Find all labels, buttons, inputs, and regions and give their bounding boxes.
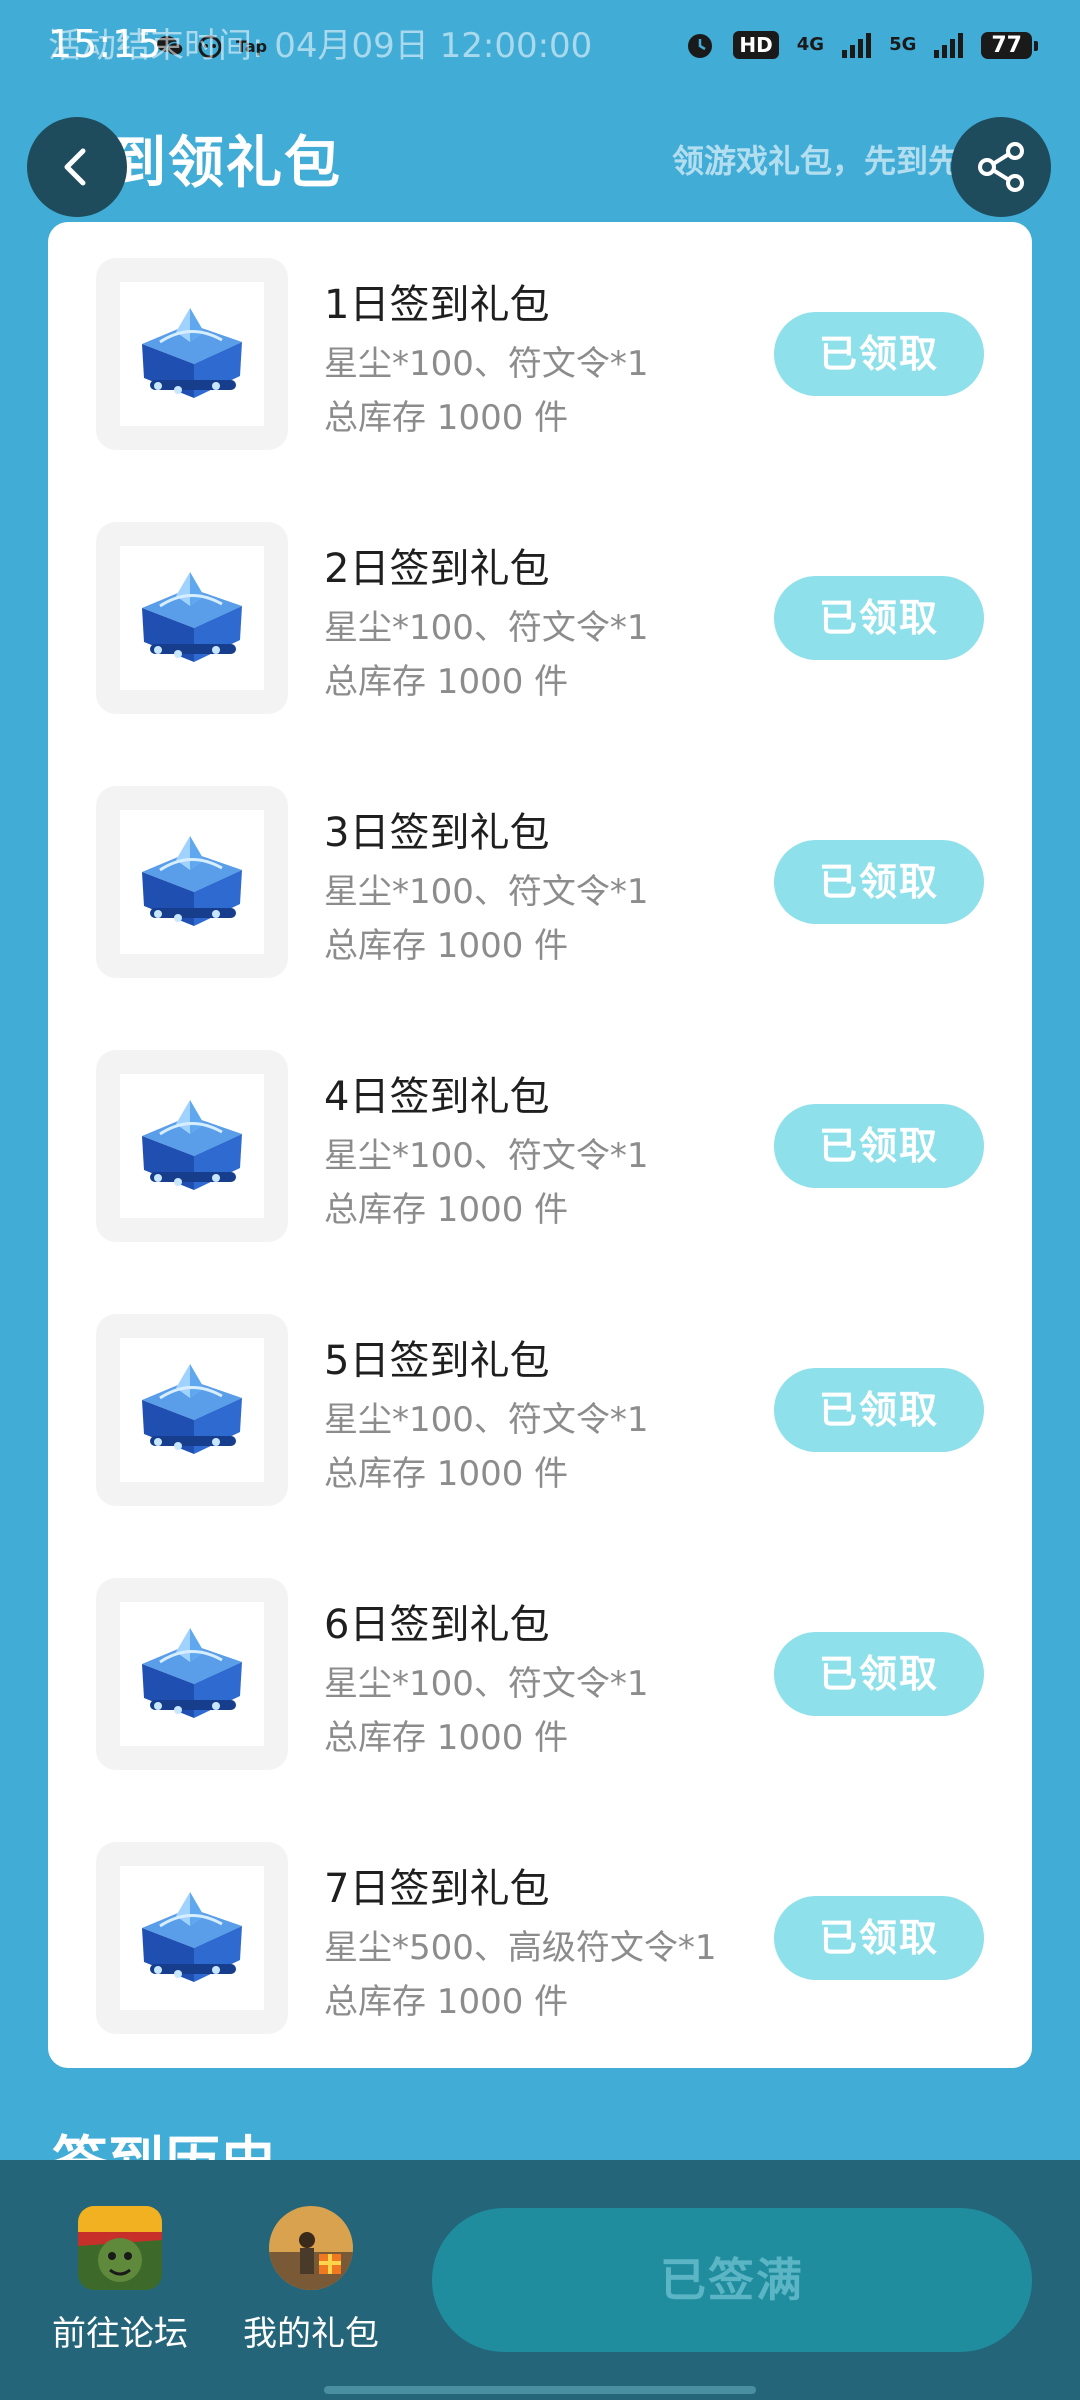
- my-gifts-link-label: 我的礼包: [243, 2314, 379, 2354]
- header: 签到领礼包 领游戏礼包，先到先得: [0, 100, 1080, 220]
- gift-name: 1日签到礼包: [324, 282, 550, 328]
- my-gifts-link[interactable]: 我的礼包: [226, 2206, 396, 2355]
- gift-stock: 总库存 1000 件: [324, 1982, 569, 2022]
- alarm-icon: [688, 34, 713, 58]
- network-5g-label: 5G: [889, 34, 917, 55]
- battery-icon: 77: [981, 31, 1038, 59]
- treasure-chest-icon: [142, 572, 242, 662]
- claimed-button[interactable]: 已领取: [774, 576, 984, 660]
- gift-item: 3日签到礼包 星尘*100、符文令*1 总库存 1000 件 已领取: [48, 750, 1032, 1014]
- gift-item: 4日签到礼包 星尘*100、符文令*1 总库存 1000 件 已领取: [48, 1014, 1032, 1278]
- claimed-button[interactable]: 已领取: [774, 840, 984, 924]
- page-subtitle: 领游戏礼包，先到先得: [672, 142, 972, 180]
- forum-game-icon: [78, 2206, 162, 2290]
- gift-contents: 星尘*100、符文令*1: [324, 872, 649, 912]
- gift-icon-frame: [96, 1842, 288, 2034]
- gift-list: 1日签到礼包 星尘*100、符文令*1 总库存 1000 件 已领取 2日签到礼…: [48, 222, 1032, 2068]
- gift-contents: 星尘*100、符文令*1: [324, 1136, 649, 1176]
- signal-5g-icon: [934, 32, 964, 58]
- forum-link-label: 前往论坛: [52, 2314, 188, 2354]
- claimed-button[interactable]: 已领取: [774, 312, 984, 396]
- signal-4g-icon: [842, 32, 872, 58]
- bottom-bar: 前往论坛 我的礼包 已签满: [0, 2160, 1080, 2400]
- gift-contents: 星尘*500、高级符文令*1: [324, 1928, 717, 1968]
- gift-name: 3日签到礼包: [324, 810, 550, 856]
- hd-icon: HD: [733, 31, 779, 59]
- treasure-chest-icon: [142, 1892, 242, 1982]
- gift-stock: 总库存 1000 件: [324, 926, 569, 966]
- gift-avatar-icon: [269, 2206, 353, 2290]
- gift-stock: 总库存 1000 件: [324, 398, 569, 438]
- share-icon: [978, 142, 1024, 192]
- gift-name: 5日签到礼包: [324, 1338, 550, 1384]
- signed-full-button[interactable]: 已签满: [432, 2208, 1032, 2352]
- gift-contents: 星尘*100、符文令*1: [324, 1664, 649, 1704]
- gift-contents: 星尘*100、符文令*1: [324, 344, 649, 384]
- activity-end-time: 活动结束时间: 04月09日 12:00:00: [48, 26, 593, 66]
- gift-stock: 总库存 1000 件: [324, 1454, 569, 1494]
- treasure-chest-icon: [142, 1628, 242, 1718]
- claimed-button[interactable]: 已领取: [774, 1632, 984, 1716]
- gift-stock: 总库存 1000 件: [324, 1190, 569, 1230]
- gift-name: 7日签到礼包: [324, 1866, 550, 1912]
- claimed-button[interactable]: 已领取: [774, 1104, 984, 1188]
- treasure-chest-icon: [142, 1100, 242, 1190]
- share-button[interactable]: [951, 117, 1051, 217]
- forum-link[interactable]: 前往论坛: [35, 2206, 205, 2355]
- home-indicator[interactable]: [324, 2386, 756, 2394]
- gift-icon-frame: [96, 1578, 288, 1770]
- gift-icon-frame: [96, 786, 288, 978]
- gift-item: 5日签到礼包 星尘*100、符文令*1 总库存 1000 件 已领取: [48, 1278, 1032, 1542]
- network-4g-label: 4G: [796, 34, 825, 55]
- gift-stock: 总库存 1000 件: [324, 662, 569, 702]
- gift-item: 6日签到礼包 星尘*100、符文令*1 总库存 1000 件 已领取: [48, 1542, 1032, 1806]
- gift-icon-frame: [96, 258, 288, 450]
- back-button[interactable]: [27, 117, 127, 217]
- chevron-left-icon: [64, 148, 86, 186]
- gift-contents: 星尘*100、符文令*1: [324, 608, 649, 648]
- claimed-button[interactable]: 已领取: [774, 1896, 984, 1980]
- gift-icon-frame: [96, 522, 288, 714]
- gift-item: 7日签到礼包 星尘*500、高级符文令*1 总库存 1000 件 已领取: [48, 1806, 1032, 2070]
- status-right: HD 4G 5G 77: [685, 30, 1038, 60]
- status-bar: 15:15 Tap 活动结束时间: 04月09日 12:00:00 HD 4G …: [0, 0, 1080, 100]
- gift-name: 2日签到礼包: [324, 546, 550, 592]
- treasure-chest-icon: [142, 308, 242, 398]
- treasure-chest-icon: [142, 836, 242, 926]
- gift-item: 1日签到礼包 星尘*100、符文令*1 总库存 1000 件 已领取: [48, 222, 1032, 486]
- treasure-chest-icon: [142, 1364, 242, 1454]
- gift-item: 2日签到礼包 星尘*100、符文令*1 总库存 1000 件 已领取: [48, 486, 1032, 750]
- gift-name: 6日签到礼包: [324, 1602, 550, 1648]
- gift-name: 4日签到礼包: [324, 1074, 550, 1120]
- gift-stock: 总库存 1000 件: [324, 1718, 569, 1758]
- gift-icon-frame: [96, 1050, 288, 1242]
- claimed-button[interactable]: 已领取: [774, 1368, 984, 1452]
- gift-icon-frame: [96, 1314, 288, 1506]
- gift-contents: 星尘*100、符文令*1: [324, 1400, 649, 1440]
